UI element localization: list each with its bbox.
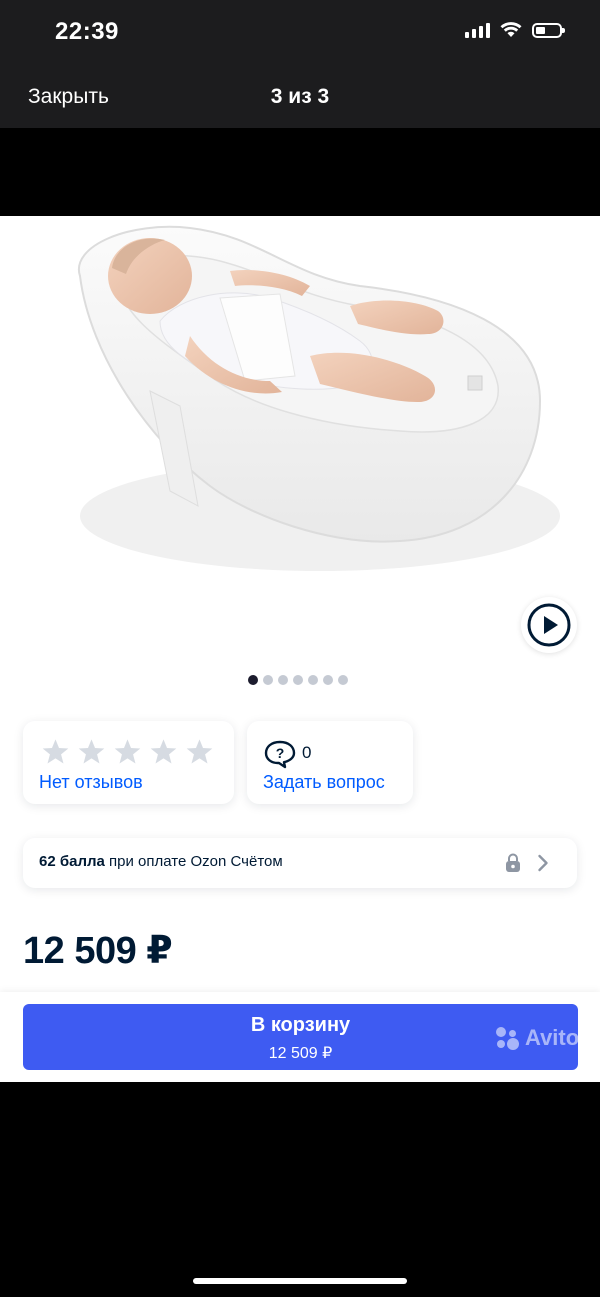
viewer-nav-bar: 3 из 3 Закрыть — [0, 66, 600, 128]
star-icon — [42, 739, 69, 764]
status-icons — [465, 22, 565, 38]
close-button[interactable]: Закрыть — [28, 85, 109, 109]
avito-watermark-text: Avito — [525, 1025, 580, 1050]
home-indicator[interactable] — [193, 1278, 407, 1284]
chevron-right-icon — [538, 854, 548, 872]
product-image — [77, 225, 560, 571]
ozon-points-banner[interactable]: 62 балла при оплате Ozon Счётом — [23, 838, 577, 888]
pagination-dot[interactable] — [338, 675, 348, 685]
reviews-card[interactable]: Нет отзывов — [23, 721, 234, 804]
pagination-dot[interactable] — [293, 675, 303, 685]
speech-bubble-question-icon: ? — [264, 740, 296, 769]
product-price: 12 509 ₽ — [23, 930, 173, 972]
star-icon — [114, 739, 141, 764]
play-video-button[interactable] — [521, 597, 577, 653]
points-text: 62 балла при оплате Ozon Счётом — [39, 853, 283, 870]
points-amount: 62 балла — [39, 853, 105, 870]
pagination-dot[interactable] — [323, 675, 333, 685]
add-to-cart-button[interactable]: В корзину 12 509 ₽ — [23, 1004, 578, 1070]
svg-text:?: ? — [276, 745, 285, 761]
wifi-icon — [500, 22, 522, 37]
gallery-pagination — [248, 675, 348, 685]
status-time: 22:39 — [55, 18, 119, 45]
ask-question-link[interactable]: Задать вопрос — [263, 772, 385, 793]
pagination-dot[interactable] — [308, 675, 318, 685]
ask-question-card[interactable]: ? 0 Задать вопрос — [247, 721, 413, 804]
star-icon — [78, 739, 105, 764]
product-screenshot: Нет отзывов ? 0 Задать вопрос 62 балла п… — [0, 216, 600, 1082]
question-count: 0 — [302, 743, 312, 762]
points-description: при оплате Ozon Счётом — [104, 853, 283, 870]
avito-logo-icon — [496, 1026, 520, 1050]
star-icon — [150, 739, 177, 764]
no-reviews-link[interactable]: Нет отзывов — [39, 772, 143, 793]
cart-button-label: В корзину — [250, 1014, 351, 1036]
pagination-dot-active[interactable] — [248, 675, 258, 685]
cart-button-price: 12 509 ₽ — [268, 1045, 333, 1062]
avito-watermark: Avito — [496, 1025, 579, 1051]
cellular-signal-icon — [465, 22, 490, 38]
star-icon — [186, 739, 213, 764]
pagination-dot[interactable] — [278, 675, 288, 685]
pagination-dot[interactable] — [263, 675, 273, 685]
play-circle-icon — [527, 603, 571, 647]
rating-stars — [41, 738, 214, 766]
bottom-action-bar: В корзину 12 509 ₽ Avito — [0, 992, 600, 1082]
status-bar: 22:39 — [0, 0, 600, 66]
lock-icon — [506, 853, 520, 872]
battery-icon — [532, 22, 565, 38]
